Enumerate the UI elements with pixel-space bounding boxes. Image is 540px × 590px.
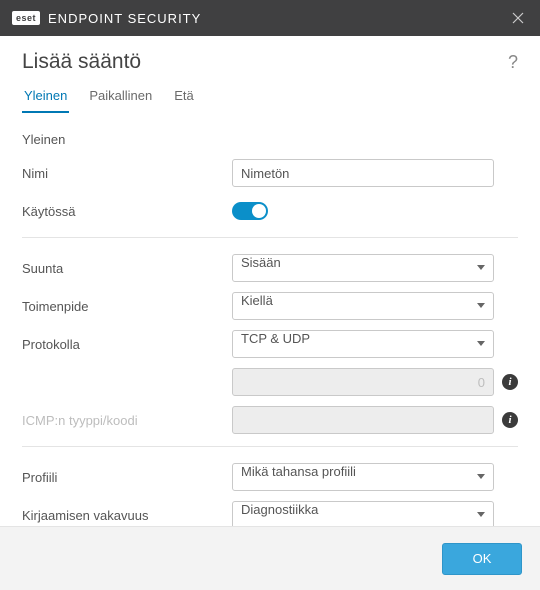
row-profile: Profiili Mikä tahansa profiili: [22, 461, 518, 493]
section-general-heading: Yleinen: [22, 132, 518, 147]
close-button[interactable]: [506, 6, 530, 30]
row-icmp: ICMP:n tyyppi/koodi i: [22, 404, 518, 436]
tab-remote[interactable]: Etä: [172, 82, 196, 113]
row-protocol: Protokolla TCP & UDP: [22, 328, 518, 360]
input-protocol-number: [232, 368, 494, 396]
select-direction[interactable]: Sisään: [232, 254, 494, 282]
select-protocol[interactable]: TCP & UDP: [232, 330, 494, 358]
label-name: Nimi: [22, 166, 232, 181]
input-icmp: [232, 406, 494, 434]
tab-local[interactable]: Paikallinen: [87, 82, 154, 113]
dialog-title: Lisää sääntö: [22, 50, 141, 74]
toggle-enabled[interactable]: [232, 202, 268, 220]
title-bar: eset ENDPOINT SECURITY: [0, 0, 540, 36]
dialog-header: Lisää sääntö ?: [0, 36, 540, 82]
help-button[interactable]: ?: [508, 52, 518, 73]
content: Yleinen Nimi Käytössä Suunta Sisään Toim…: [0, 114, 540, 569]
row-protocol-number: i: [22, 366, 518, 398]
input-name[interactable]: [232, 159, 494, 187]
footer: OK: [0, 526, 540, 590]
row-direction: Suunta Sisään: [22, 252, 518, 284]
tabs: Yleinen Paikallinen Etä: [0, 82, 540, 114]
brand-badge: eset: [12, 11, 40, 25]
divider: [22, 237, 518, 238]
label-protocol: Protokolla: [22, 337, 232, 352]
ok-button[interactable]: OK: [442, 543, 522, 575]
select-profile[interactable]: Mikä tahansa profiili: [232, 463, 494, 491]
label-direction: Suunta: [22, 261, 232, 276]
brand-product: ENDPOINT SECURITY: [48, 11, 201, 26]
close-icon: [512, 12, 524, 24]
label-icmp: ICMP:n tyyppi/koodi: [22, 413, 232, 428]
label-enabled: Käytössä: [22, 204, 232, 219]
info-icon[interactable]: i: [502, 374, 518, 390]
select-severity[interactable]: Diagnostiikka: [232, 501, 494, 529]
row-action: Toimenpide Kiellä: [22, 290, 518, 322]
row-enabled: Käytössä: [22, 195, 518, 227]
tab-general[interactable]: Yleinen: [22, 82, 69, 113]
brand: eset ENDPOINT SECURITY: [12, 11, 201, 26]
label-severity: Kirjaamisen vakavuus: [22, 508, 232, 523]
label-profile: Profiili: [22, 470, 232, 485]
info-icon[interactable]: i: [502, 412, 518, 428]
label-action: Toimenpide: [22, 299, 232, 314]
divider: [22, 446, 518, 447]
row-name: Nimi: [22, 157, 518, 189]
select-action[interactable]: Kiellä: [232, 292, 494, 320]
